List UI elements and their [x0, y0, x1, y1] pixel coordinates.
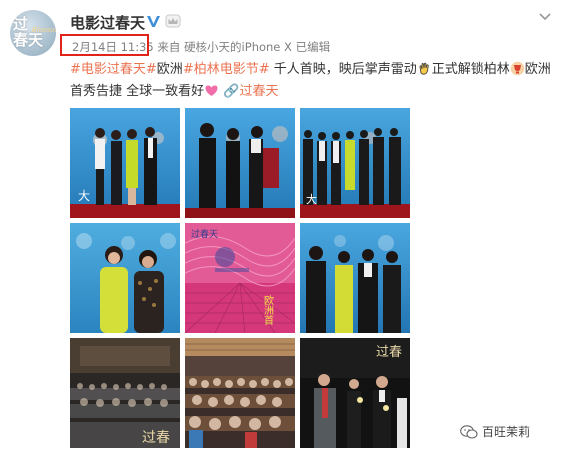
- poster-side-text: 欧洲首: [262, 295, 274, 326]
- wechat-icon: [460, 425, 478, 439]
- photo-6-image: [300, 223, 410, 333]
- heart-emoji-icon: [205, 85, 218, 96]
- photo-9-overlay: 过春: [376, 345, 402, 360]
- photo-3-image: 大: [300, 108, 410, 218]
- watermark-text: 百旺茉莉: [482, 425, 531, 439]
- trophy-emoji-icon: [510, 61, 525, 76]
- photo-8-image: [185, 338, 295, 448]
- photo-2[interactable]: [185, 108, 295, 218]
- photo-9[interactable]: 过春: [300, 338, 410, 448]
- hashtag-festival[interactable]: #柏林电影节#: [183, 62, 270, 77]
- photo-5-poster[interactable]: 过春天 欧洲首: [185, 223, 295, 333]
- photo-1[interactable]: 大: [70, 108, 180, 218]
- svg-text:大: 大: [78, 189, 90, 203]
- link-icon[interactable]: 🔗: [223, 84, 239, 99]
- topic-link[interactable]: 过春天: [239, 84, 278, 99]
- photo-6[interactable]: [300, 223, 410, 333]
- highlight-box: [60, 34, 149, 56]
- avatar[interactable]: 过 春天 Blossom: [10, 10, 56, 56]
- photo-7-image: 过春: [70, 338, 180, 448]
- device-link[interactable]: 硬核小天的iPhone X: [184, 40, 292, 54]
- photo-3[interactable]: 大: [300, 108, 410, 218]
- avatar-script: Blossom: [32, 26, 56, 34]
- photo-8[interactable]: [185, 338, 295, 448]
- member-crown-icon[interactable]: [165, 14, 181, 28]
- hashtag-movie[interactable]: #电影过春天#: [70, 62, 157, 77]
- photo-2-image: [185, 108, 295, 218]
- username-link[interactable]: 电影过春天: [70, 12, 145, 33]
- from-label: 来自: [153, 40, 185, 54]
- edited-label: 已编辑: [291, 40, 331, 54]
- svg-text:大: 大: [306, 192, 317, 206]
- clap-emoji-icon: [419, 62, 429, 75]
- verified-badge-icon: [147, 16, 160, 27]
- photo-7-overlay: 过春: [142, 430, 170, 446]
- post-text-europe: 欧洲: [156, 62, 183, 77]
- photo-4-image: [70, 223, 180, 333]
- photo-5-image: 过春天 欧洲首: [185, 223, 295, 333]
- photo-9-image: 过春: [300, 338, 410, 448]
- post-text-1: 千人首映，映后掌声雷动: [269, 62, 417, 77]
- watermark: 百旺茉莉: [460, 423, 530, 440]
- poster-title: 过春天: [191, 228, 218, 240]
- chevron-down-icon[interactable]: [538, 12, 552, 22]
- post-text: #电影过春天#欧洲#柏林电影节# 千人首映，映后掌声雷动 正式解锁柏林 欧洲首秀告捷…: [70, 59, 555, 103]
- photo-4[interactable]: [70, 223, 180, 333]
- photo-1-image: 大: [70, 108, 180, 218]
- photo-7[interactable]: 过春: [70, 338, 180, 448]
- post-text-2: 正式解锁柏林: [431, 62, 510, 77]
